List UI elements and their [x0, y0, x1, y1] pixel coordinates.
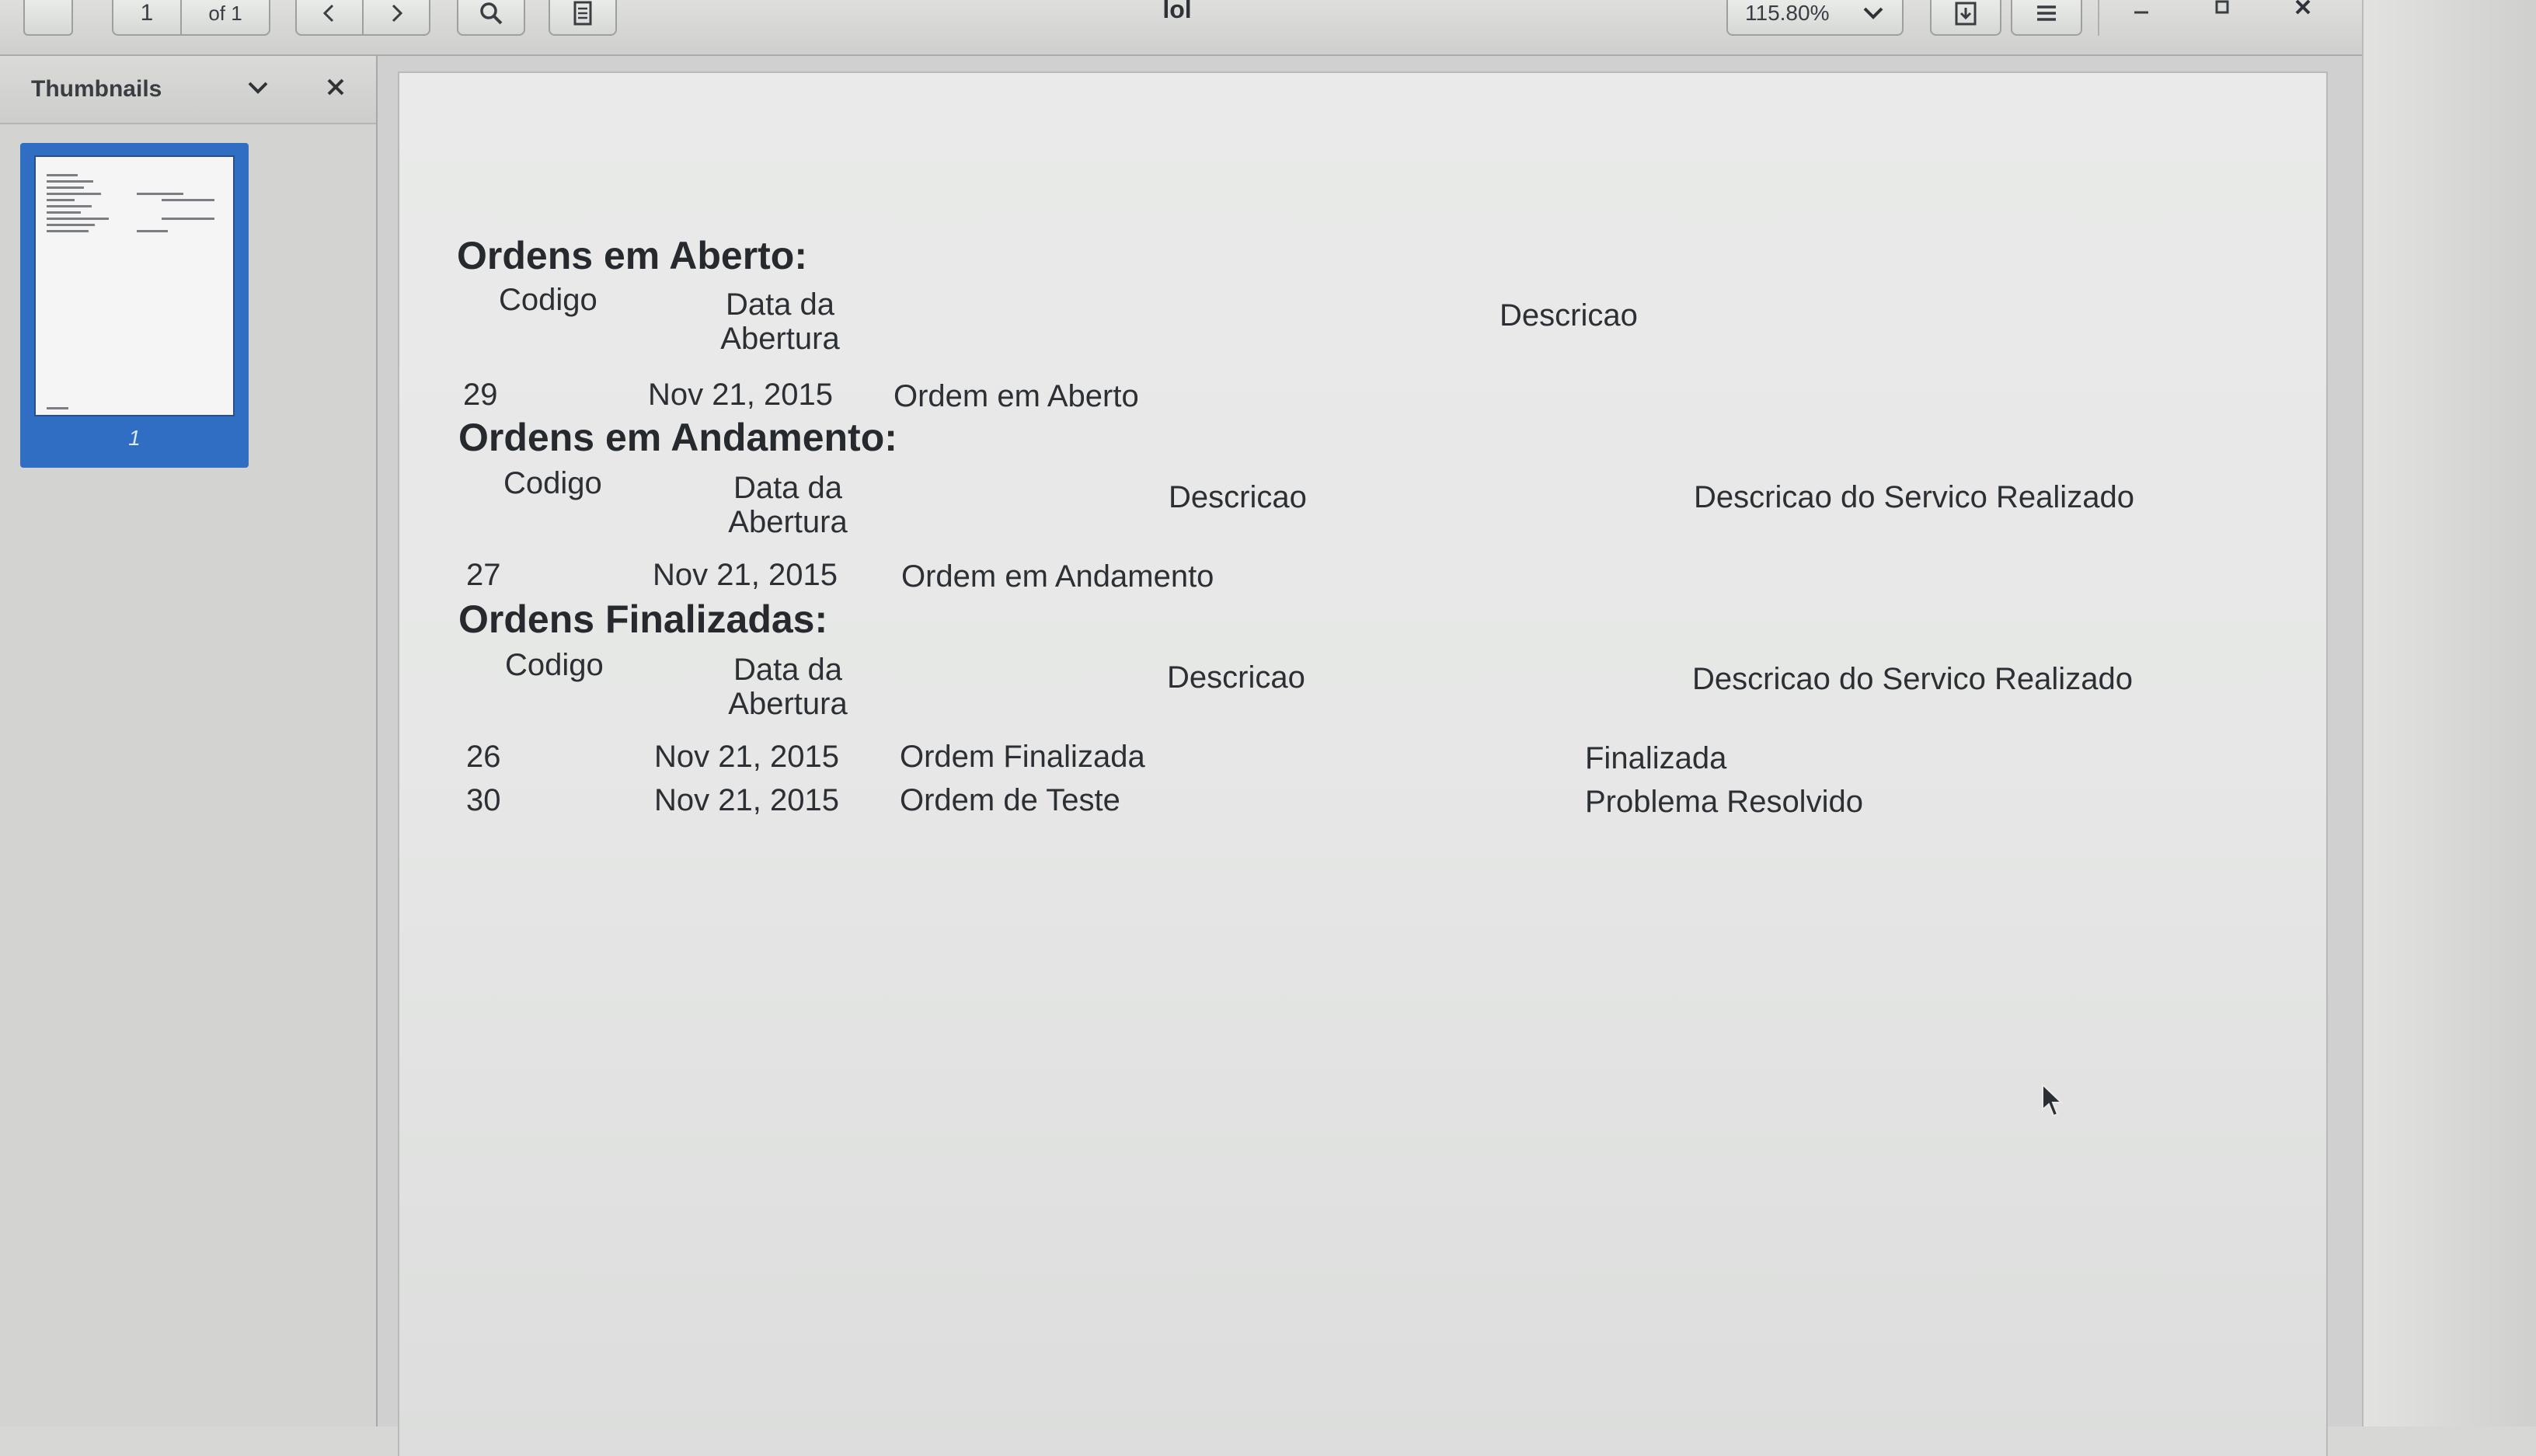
- column-header-servico-realizado: Descricao do Servico Realizado: [1692, 662, 2133, 696]
- chevron-down-icon: [1863, 7, 1883, 19]
- chevron-right-icon: [392, 4, 403, 23]
- page-count-text: of 1: [208, 1, 242, 25]
- cell-data: Nov 21, 2015: [654, 783, 839, 817]
- menu-button[interactable]: [2011, 0, 2082, 36]
- maximize-icon: [2215, 0, 2229, 14]
- cell-data: Nov 21, 2015: [654, 740, 839, 774]
- cell-data: Nov 21, 2015: [648, 378, 833, 412]
- sidebar-mode-dropdown[interactable]: [246, 75, 270, 105]
- document-page: Ordens em Aberto: Codigo Data da Abertur…: [399, 73, 2326, 1456]
- page-count-label: of 1: [180, 0, 270, 36]
- cell-descricao: Ordem em Aberto: [894, 379, 1139, 413]
- sidebar-header: Thumbnails: [0, 56, 376, 124]
- cell-codigo: 26: [466, 740, 501, 774]
- page-thumbnail[interactable]: 1: [20, 143, 249, 468]
- desktop-background-strip: [2362, 0, 2536, 1426]
- column-header-codigo: Codigo: [503, 466, 602, 500]
- document-viewport[interactable]: Ordens em Aberto: Codigo Data da Abertur…: [378, 56, 2362, 1456]
- thumbnail-page-preview: [34, 155, 235, 416]
- cell-codigo: 29: [463, 378, 498, 412]
- search-icon: [480, 2, 503, 25]
- cell-descricao: Ordem em Andamento: [901, 559, 1214, 594]
- next-page-button[interactable]: [362, 0, 430, 36]
- close-icon: [327, 78, 344, 95]
- zoom-select[interactable]: 115.80%: [1726, 0, 1904, 36]
- search-button[interactable]: [457, 0, 525, 36]
- cell-data: Nov 21, 2015: [653, 558, 838, 592]
- minimize-icon: [2134, 11, 2148, 14]
- thumbnails-sidebar: Thumbnails 1: [0, 56, 378, 1426]
- column-header-descricao: Descricao: [1169, 480, 1307, 514]
- chevron-down-icon: [248, 82, 268, 94]
- page-number-value: 1: [140, 0, 154, 26]
- column-header-data-abertura: Data da Abertura: [728, 653, 848, 721]
- sidebar-title: Thumbnails: [31, 76, 162, 102]
- column-header-descricao: Descricao: [1500, 298, 1638, 333]
- sidebar-close-button[interactable]: [325, 75, 347, 105]
- section-title-finished-orders: Ordens Finalizadas:: [458, 597, 828, 641]
- cell-codigo: 30: [466, 783, 501, 817]
- maximize-button[interactable]: [2199, 0, 2245, 26]
- close-window-button[interactable]: [2280, 0, 2326, 26]
- section-title-in-progress-orders: Ordens em Andamento:: [458, 416, 897, 459]
- column-header-data-abertura: Data da Abertura: [728, 471, 848, 539]
- close-icon: [2295, 0, 2311, 15]
- cell-servico-realizado: Finalizada: [1585, 741, 1727, 775]
- save-icon: [1955, 2, 1977, 26]
- cell-servico-realizado: Problema Resolvido: [1585, 785, 1863, 819]
- annotations-button[interactable]: [549, 0, 617, 36]
- section-title-open-orders: Ordens em Aberto:: [457, 234, 808, 277]
- page-number-input[interactable]: 1: [112, 0, 182, 36]
- document-title: lol: [1162, 0, 1192, 23]
- save-button[interactable]: [1930, 0, 2001, 36]
- document-icon: [573, 1, 592, 26]
- column-header-servico-realizado: Descricao do Servico Realizado: [1694, 480, 2134, 514]
- sidebar-toggle-button[interactable]: [23, 0, 73, 36]
- cell-codigo: 27: [466, 558, 501, 592]
- column-header-descricao: Descricao: [1167, 660, 1305, 695]
- cell-descricao: Ordem de Teste: [900, 783, 1120, 817]
- column-header-codigo: Codigo: [505, 648, 604, 682]
- previous-page-button[interactable]: [295, 0, 364, 36]
- zoom-value: 115.80%: [1745, 1, 1830, 25]
- thumbnail-page-label: 1: [128, 426, 141, 450]
- chevron-left-icon: [322, 4, 334, 23]
- column-header-codigo: Codigo: [499, 283, 597, 317]
- hamburger-menu-icon: [2037, 5, 2056, 21]
- toolbar: 1 of 1 lol 115.80%: [0, 0, 2362, 56]
- mouse-pointer-icon: [2042, 1083, 2064, 1117]
- minimize-button[interactable]: [2118, 0, 2165, 26]
- cell-descricao: Ordem Finalizada: [900, 740, 1145, 774]
- column-header-data-abertura: Data da Abertura: [720, 287, 840, 356]
